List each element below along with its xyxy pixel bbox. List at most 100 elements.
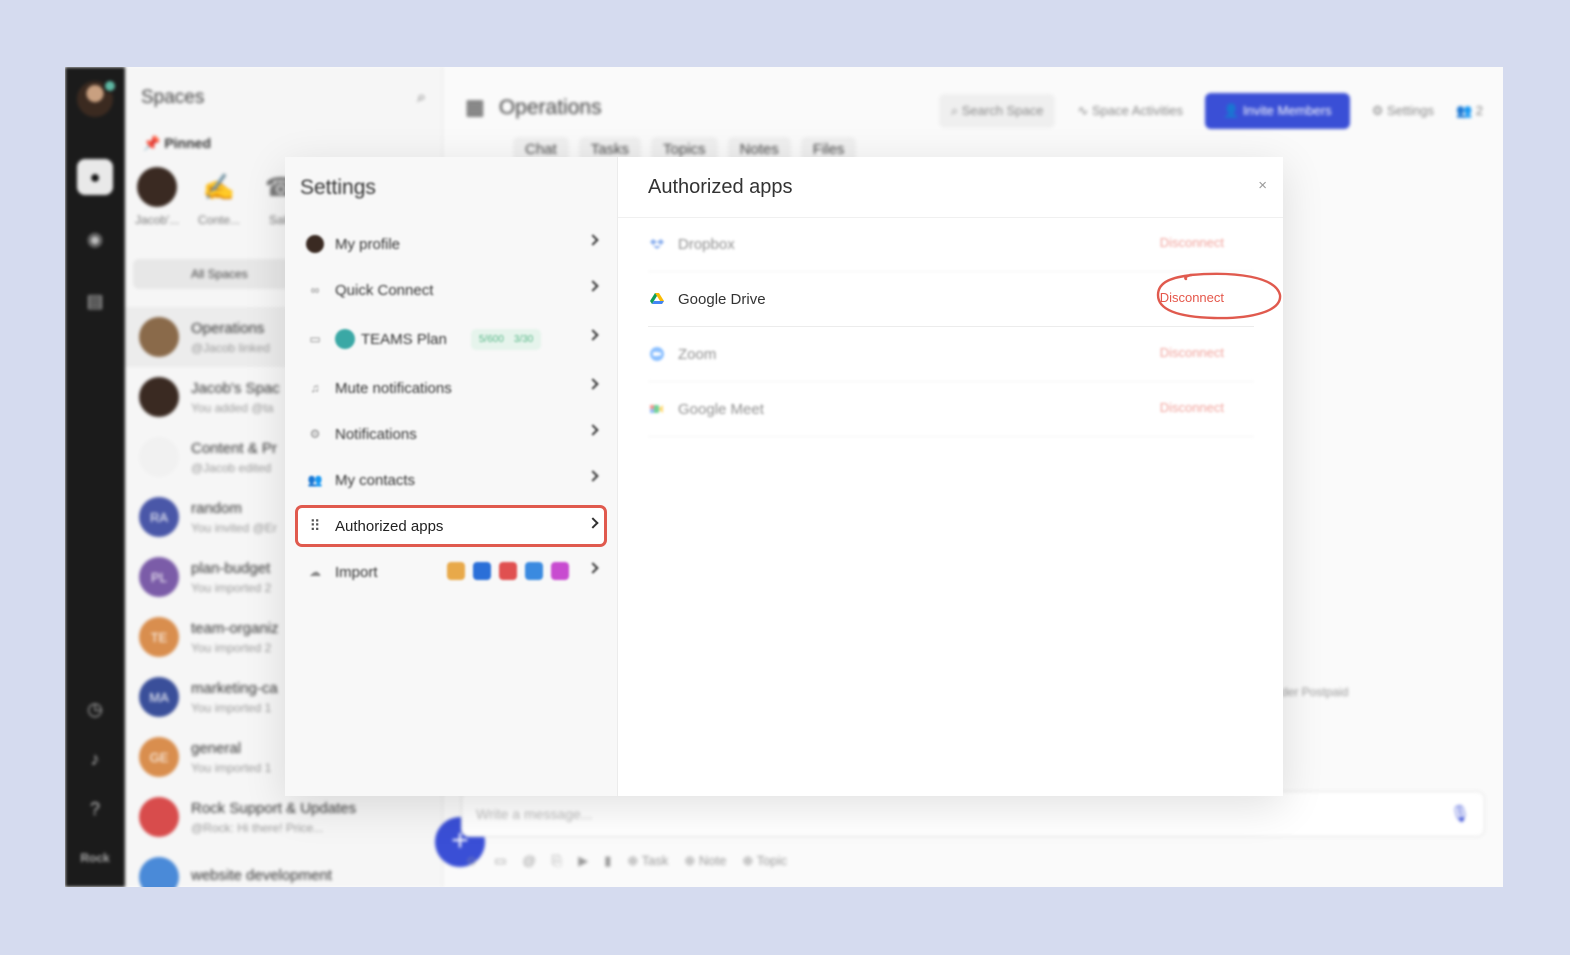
google-drive-icon [650,292,664,306]
space-avatar [139,797,179,837]
disconnect-button[interactable]: Disconnect [1160,290,1224,305]
pinned-row: Jacob'... ✍ Conte... ☎ Sale [135,167,303,227]
space-text: marketing-ca You imported 1 [191,680,278,715]
chat-icon[interactable]: ● [77,159,113,195]
chevron-right-icon [587,378,599,390]
space-name: website development [191,866,332,884]
app-row-google-drive: Google Drive Disconnect [648,272,1254,327]
nav-teams-plan[interactable]: ▭ TEAMS Plan 5/600 3/30 [297,319,605,359]
settings-button[interactable]: ⚙ Settings [1372,103,1434,119]
nav-authorized-apps[interactable]: ⠿ Authorized apps [297,507,605,545]
members-button[interactable]: 👥 2 [1456,103,1483,119]
space-avatar: RA [139,497,179,537]
emoji-icon[interactable]: ☺ [465,853,478,869]
message-input[interactable]: Write a message... 🎙 [461,791,1485,837]
space-avatar: PL [139,557,179,597]
space-name: Operations [191,319,265,337]
authorized-apps-panel: Authorized apps × Dropbox Disconnect Goo… [618,157,1283,796]
nav-import[interactable]: ☁ Import [297,552,605,592]
space-preview: You imported 1 [191,700,272,715]
help-icon[interactable]: ? [77,791,113,827]
search-icon[interactable]: ⌕ [417,89,426,107]
space-preview: You invited @Er [191,520,277,535]
space-name: Content & Pr [191,439,277,457]
circle-icon[interactable]: ◉ [77,221,113,257]
google-meet-icon [650,402,664,416]
space-avatar: GE [139,737,179,777]
gif-icon[interactable]: ▭ [494,853,506,869]
gear-icon: ⚙ [309,427,321,441]
chevron-right-icon [587,424,599,436]
grid-icon: ⠿ [309,518,321,535]
space-list-item[interactable]: Rock Support & Updates @Rock: Hi there! P… [125,787,443,847]
pinned-item[interactable]: Jacob'... [135,167,179,227]
space-text: Operations @Jacob linked [191,320,270,355]
space-text: plan-budget You imported 2 [191,560,271,595]
bell-icon[interactable]: ♪ [77,741,113,777]
attach-icon[interactable]: ⎘ [552,853,562,869]
space-text: random You invited @Er [191,500,277,535]
nav-my-contacts[interactable]: 👥 My contacts [297,460,605,500]
space-name: general [191,739,242,757]
space-list-item[interactable]: website development [125,847,443,887]
mention-icon[interactable]: @ [523,853,536,869]
import-sources [447,562,569,580]
trello-icon [473,562,491,580]
invite-members-button[interactable]: 👤 Invite Members [1205,93,1350,129]
nav-my-profile[interactable]: My profile [297,224,605,264]
rock-logo: Rock [80,851,110,865]
pinned-item[interactable]: ✍ Conte... [197,167,241,227]
video-icon[interactable]: ▶ [578,853,588,869]
clickup-icon [551,562,569,580]
all-spaces-filter[interactable]: All Spaces [133,259,293,289]
space-text: Jacob's Spac You added @ta [191,380,280,415]
cloud-icon: ☁ [309,565,321,579]
space-preview: You imported 1 [191,760,272,775]
space-avatar [139,857,179,887]
chevron-right-icon [587,280,599,292]
nav-notifications[interactable]: ⚙ Notifications [297,414,605,454]
disconnect-button[interactable]: Disconnect [1160,345,1224,360]
disconnect-button[interactable]: Disconnect [1160,235,1224,250]
space-name: team-organiz [191,619,279,637]
settings-nav: Settings My profile ∞ Quick Connect ▭ TE… [285,157,618,796]
space-header: ▦ Operations [465,96,602,119]
link-icon: ∞ [310,283,320,297]
space-name: plan-budget [191,559,271,577]
zoom-icon [650,347,664,361]
nav-quick-connect[interactable]: ∞ Quick Connect [297,270,605,310]
nav-mute-notifications[interactable]: ♫ Mute notifications [297,368,605,408]
disconnect-button[interactable]: Disconnect [1160,400,1224,415]
search-space-button[interactable]: ⌕ Search Space [938,94,1056,128]
clock-icon[interactable]: ◷ [77,691,113,727]
add-task-button[interactable]: ⊕ Task [627,853,668,869]
asana-icon [499,562,517,580]
space-actions: ⌕ Search Space ∿ Space Activities 👤 Invi… [938,93,1483,129]
space-text: Rock Support & Updates @Rock: Hi there! P… [191,800,356,835]
space-activities-button[interactable]: ∿ Space Activities [1077,103,1183,119]
chevron-right-icon [587,329,599,341]
microphone-icon[interactable]: 🎙 [1450,804,1470,824]
profile-avatar-icon [305,234,325,254]
space-preview: @Rock: Hi there! Price... [191,820,324,835]
slack-icon [447,562,465,580]
chevron-right-icon [587,562,599,574]
background-text: der Postpaid [1281,685,1349,699]
chevron-right-icon [587,517,599,529]
space-name: marketing-ca [191,679,278,697]
document-icon[interactable]: ▤ [77,283,113,319]
app-row-zoom: Zoom Disconnect [648,327,1254,382]
composer-toolbar: ☺ ▭ @ ⎘ ▶ ▮ ⊕ Task ⊕ Note ⊕ Topic [465,853,787,869]
space-avatar: MA [139,677,179,717]
add-topic-button[interactable]: ⊕ Topic [742,853,787,869]
close-icon[interactable]: × [1258,177,1267,194]
panel-title: Authorized apps [648,176,793,198]
user-avatar[interactable] [77,79,117,117]
space-text: team-organiz You imported 2 [191,620,279,655]
space-preview: You imported 2 [191,640,272,655]
add-note-button[interactable]: ⊕ Note [684,853,726,869]
space-name: Jacob's Spac [191,379,280,397]
dropbox-icon [650,237,664,251]
jira-icon [525,562,543,580]
chart-icon[interactable]: ▮ [604,853,611,869]
